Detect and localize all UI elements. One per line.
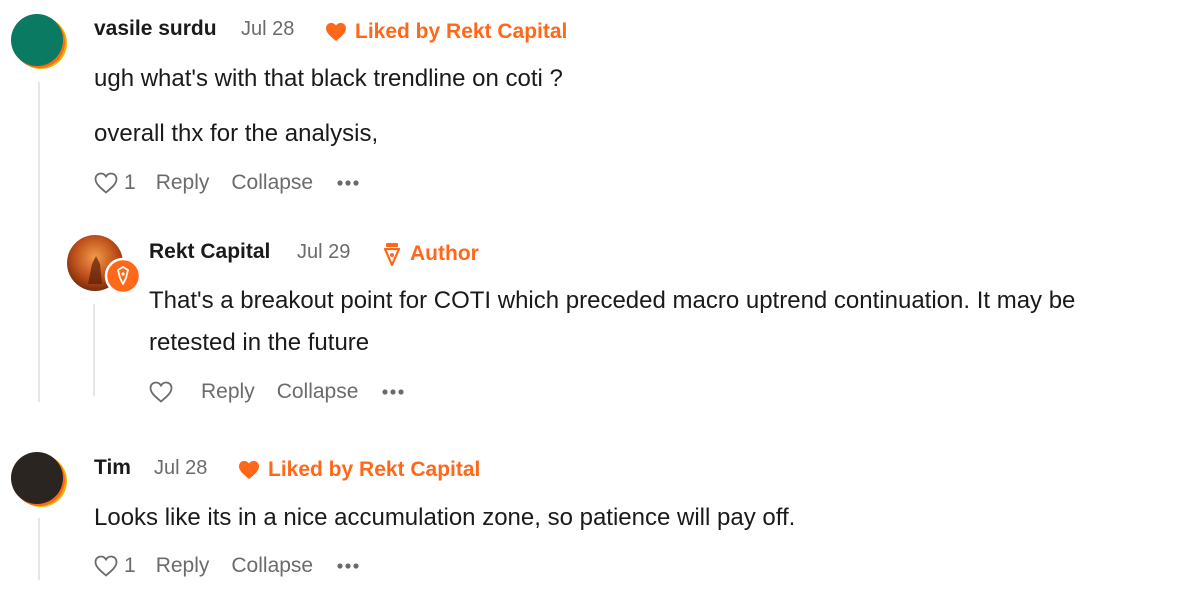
like-button-icon[interactable] bbox=[149, 381, 173, 403]
comment-date[interactable]: Jul 29 bbox=[297, 241, 350, 264]
comment-paragraph: overall thx for the analysis, bbox=[94, 120, 379, 147]
comment-paragraph: retested in the future bbox=[149, 329, 370, 356]
reply-button[interactable]: Reply bbox=[156, 554, 210, 578]
like-button-icon[interactable] bbox=[94, 555, 118, 577]
like-count: 1 bbox=[124, 554, 136, 577]
reply-button[interactable]: Reply bbox=[201, 380, 255, 404]
comment-actions: 1 Reply Collapse bbox=[94, 168, 359, 198]
badge-label: Author bbox=[410, 242, 479, 265]
badge-label: Liked by Rekt Capital bbox=[355, 20, 568, 43]
comment-date[interactable]: Jul 28 bbox=[241, 18, 294, 41]
avatar[interactable] bbox=[10, 12, 68, 70]
like-button-icon[interactable] bbox=[94, 172, 118, 194]
heart-icon bbox=[239, 460, 259, 480]
more-dots-icon[interactable] bbox=[337, 562, 359, 570]
heart-icon bbox=[326, 22, 346, 42]
comment-actions: 1 Reply Collapse bbox=[94, 551, 359, 581]
thread-line bbox=[93, 304, 95, 396]
like-count: 1 bbox=[124, 171, 136, 194]
reply-button[interactable]: Reply bbox=[156, 171, 210, 195]
collapse-button[interactable]: Collapse bbox=[231, 171, 313, 195]
more-dots-icon[interactable] bbox=[382, 388, 405, 396]
collapse-button[interactable]: Collapse bbox=[231, 554, 313, 578]
avatar[interactable] bbox=[66, 234, 142, 296]
comment-paragraph: Looks like its in a nice accumulation zo… bbox=[94, 504, 796, 531]
liked-badge: Liked by Rekt Capital bbox=[325, 20, 567, 44]
comment-date[interactable]: Jul 28 bbox=[154, 457, 207, 480]
avatar[interactable] bbox=[10, 450, 68, 508]
badge-label: Liked by Rekt Capital bbox=[268, 458, 481, 481]
comment-paragraph: ugh what's with that black trendline on … bbox=[94, 65, 563, 92]
pen-nib-icon bbox=[383, 243, 401, 266]
comment-author[interactable]: Tim bbox=[94, 456, 131, 480]
comment-author[interactable]: Rekt Capital bbox=[149, 240, 270, 264]
comment-actions: Reply Collapse bbox=[149, 377, 405, 407]
comment-paragraph: That's a breakout point for COTI which p… bbox=[149, 287, 1076, 314]
collapse-button[interactable]: Collapse bbox=[277, 380, 359, 404]
author-badge: Author bbox=[382, 242, 479, 266]
comment-author[interactable]: vasile surdu bbox=[94, 17, 217, 41]
thread-line bbox=[38, 518, 40, 580]
more-dots-icon[interactable] bbox=[337, 179, 359, 187]
liked-badge: Liked by Rekt Capital bbox=[238, 458, 480, 482]
thread-line bbox=[38, 82, 40, 402]
